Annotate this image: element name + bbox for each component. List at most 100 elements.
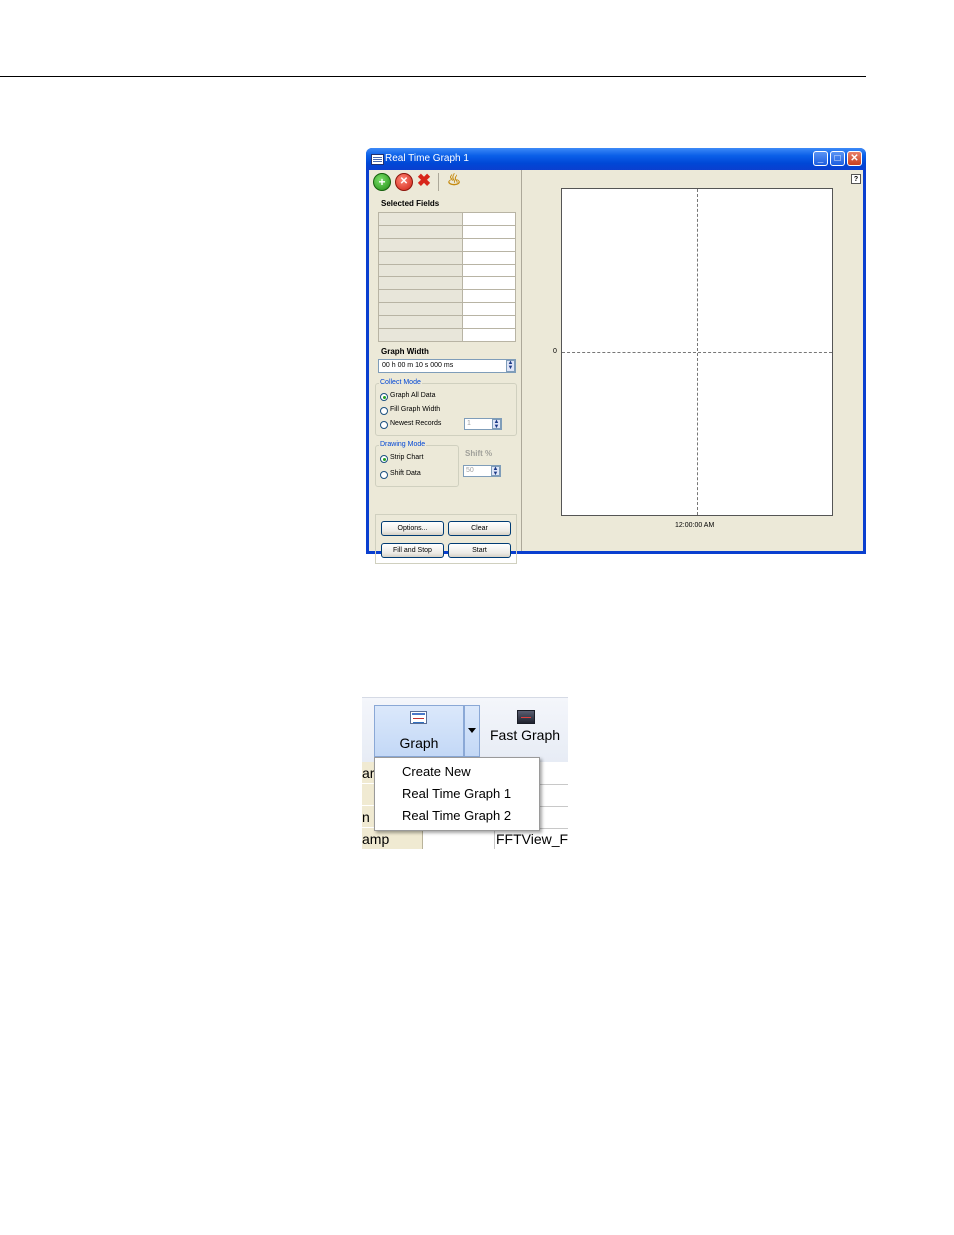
field-value-cell: [462, 250, 516, 265]
radio-fill-graph-width[interactable]: [380, 407, 388, 415]
graph-pane: ? 0 12:00:00 AM: [523, 170, 863, 551]
radio-newest-records[interactable]: [380, 421, 388, 429]
shift-data-label: Shift Data: [390, 470, 421, 477]
configure-icon[interactable]: ♨: [446, 173, 462, 189]
graph-width-input[interactable]: 00 h 00 m 10 s 000 ms ▲ ▼: [378, 359, 516, 373]
title-bar[interactable]: Real Time Graph 1 _ □ ✕: [366, 148, 866, 170]
collect-mode-label: Collect Mode: [379, 379, 422, 386]
action-button-panel: Options... Clear Fill and Stop Start: [375, 514, 517, 564]
table-row[interactable]: [377, 237, 516, 252]
close-button[interactable]: ✕: [847, 151, 862, 166]
fast-graph-button-label[interactable]: Fast Graph: [490, 727, 560, 743]
sheet-cell[interactable]: amp: [362, 828, 423, 849]
field-value-cell: [462, 276, 516, 291]
field-name-cell[interactable]: [377, 289, 464, 304]
graph-width-value: 00 h 00 m 10 s 000 ms: [382, 362, 454, 369]
minimize-button[interactable]: _: [813, 151, 828, 166]
field-name-cell[interactable]: [377, 276, 464, 291]
menu-item-real-time-graph-1[interactable]: Real Time Graph 1: [402, 786, 511, 801]
graph-dropdown-menu: Create New Real Time Graph 1 Real Time G…: [374, 757, 540, 831]
page-header-rule: [0, 76, 866, 77]
window-app-icon: [371, 154, 384, 165]
field-value-cell: [462, 224, 516, 239]
selected-fields-label: Selected Fields: [381, 199, 440, 208]
add-field-icon[interactable]: +: [373, 173, 391, 191]
newest-records-input[interactable]: 1 ▲ ▼: [464, 418, 502, 430]
field-name-cell[interactable]: [377, 263, 464, 278]
horizontal-grid-line: [562, 352, 832, 353]
radio-graph-all-data[interactable]: [380, 393, 388, 401]
table-row[interactable]: [377, 328, 516, 342]
field-name-cell[interactable]: [377, 224, 464, 239]
graph-button[interactable]: Graph: [374, 705, 464, 757]
field-value-cell: [462, 263, 516, 278]
strip-chart-label: Strip Chart: [390, 454, 424, 461]
field-value-cell: [462, 212, 516, 226]
shift-percent-spinner[interactable]: ▲ ▼: [491, 466, 500, 477]
remove-field-icon[interactable]: ✕: [395, 173, 413, 191]
options-button[interactable]: Options...: [381, 521, 444, 536]
graph-dropdown-screenshot: Graph Fast Graph arew_Few_Fnew_FampFFTVi…: [362, 697, 568, 850]
graph-dropdown-button[interactable]: [464, 705, 480, 757]
selected-fields-table: [377, 212, 516, 342]
graph-width-spinner[interactable]: ▲ ▼: [506, 360, 515, 372]
field-name-cell[interactable]: [377, 212, 464, 226]
field-name-cell[interactable]: [377, 250, 464, 265]
field-name-cell[interactable]: [377, 315, 464, 330]
table-row[interactable]: [377, 224, 516, 239]
graph-width-label: Graph Width: [381, 347, 429, 356]
graph-button-label: Graph: [399, 735, 439, 751]
shift-percent-input[interactable]: 50 ▲ ▼: [463, 465, 501, 477]
field-value-cell: [462, 237, 516, 252]
table-row[interactable]: [377, 302, 516, 317]
newest-records-spinner[interactable]: ▲ ▼: [492, 419, 501, 430]
table-row[interactable]: [377, 263, 516, 278]
graph-all-data-label: Graph All Data: [390, 392, 436, 399]
help-button[interactable]: ?: [851, 174, 861, 184]
shift-percent-value: 50: [466, 467, 474, 474]
field-value-cell: [462, 328, 516, 342]
start-button[interactable]: Start: [448, 543, 511, 558]
table-row[interactable]: [377, 276, 516, 291]
real-time-graph-window: Real Time Graph 1 _ □ ✕ + ✕ ✖ ♨ Selected…: [366, 148, 866, 564]
toolbar-separator: [438, 173, 439, 191]
table-row: amp FFTView_F: [362, 828, 568, 850]
field-value-cell: [462, 315, 516, 330]
table-row[interactable]: [377, 289, 516, 304]
fill-graph-width-label: Fill Graph Width: [390, 406, 441, 413]
field-value-cell: [462, 302, 516, 317]
field-value-cell: [462, 289, 516, 304]
clear-button[interactable]: Clear: [448, 521, 511, 536]
collect-mode-group: Collect Mode Graph All Data Fill Graph W…: [375, 379, 517, 436]
table-row[interactable]: [377, 315, 516, 330]
field-name-cell[interactable]: [377, 237, 464, 252]
y-axis-tick-label: 0: [553, 348, 557, 355]
shift-percent-label: Shift %: [465, 449, 493, 458]
table-row[interactable]: [377, 212, 516, 226]
menu-item-create-new[interactable]: Create New: [402, 764, 471, 779]
delete-all-icon[interactable]: ✖: [416, 172, 432, 189]
radio-shift-data[interactable]: [380, 471, 388, 479]
radio-strip-chart[interactable]: [380, 455, 388, 463]
newest-records-value: 1: [467, 420, 471, 427]
newest-records-label: Newest Records: [390, 420, 442, 427]
sheet-cell[interactable]: [424, 828, 495, 849]
window-client-area: + ✕ ✖ ♨ Selected Fields Graph Width 00 h…: [369, 170, 863, 564]
field-name-cell[interactable]: [377, 328, 464, 342]
window-title: Real Time Graph 1: [385, 153, 469, 164]
fill-and-stop-button[interactable]: Fill and Stop: [381, 543, 444, 558]
graph-plot-area[interactable]: [561, 188, 833, 516]
table-row[interactable]: [377, 250, 516, 265]
field-name-cell[interactable]: [377, 302, 464, 317]
menu-item-real-time-graph-2[interactable]: Real Time Graph 2: [402, 808, 511, 823]
x-axis-tick-label: 12:00:00 AM: [675, 522, 715, 529]
graph-icon: [410, 711, 427, 724]
drawing-mode-group: Drawing Mode Strip Chart Shift Data: [375, 441, 459, 487]
drawing-mode-label: Drawing Mode: [379, 441, 427, 448]
ribbon-bar: Graph Fast Graph: [362, 697, 568, 762]
maximize-button[interactable]: □: [830, 151, 845, 166]
sheet-cell[interactable]: FFTView_F: [496, 828, 568, 849]
control-pane: + ✕ ✖ ♨ Selected Fields Graph Width 00 h…: [369, 170, 522, 564]
chevron-down-icon: [468, 728, 476, 733]
fast-graph-icon[interactable]: [517, 710, 535, 724]
